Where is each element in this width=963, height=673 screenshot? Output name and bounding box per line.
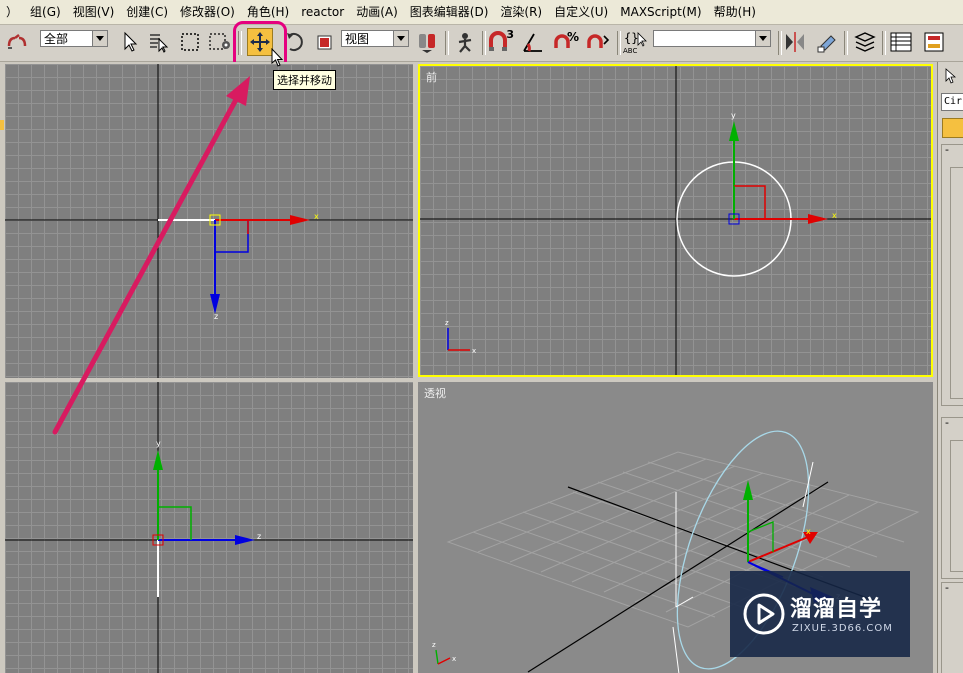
use-pivot-center-icon[interactable] — [414, 28, 440, 56]
object-type-value: Cir — [944, 96, 963, 107]
svg-text:%: % — [567, 30, 579, 44]
move-tooltip: 选择并移动 — [273, 70, 336, 90]
toolbar-separator — [482, 31, 486, 55]
toolbar-separator — [445, 31, 449, 55]
axis-label-y: y — [156, 439, 161, 448]
snap-3d-button[interactable]: 3 — [488, 28, 514, 56]
left-viewport-scene: z y — [5, 382, 413, 673]
viewport-top[interactable]: x z — [5, 64, 413, 378]
menu-item-create[interactable]: 创建(C) — [120, 0, 174, 24]
schematic-view-icon[interactable] — [921, 28, 947, 56]
menu-item-0[interactable]: ） — [0, 0, 24, 24]
watermark-brand: 溜溜自学 — [790, 597, 883, 622]
axis-label-x: x — [806, 527, 811, 536]
tripod-label-z: z — [432, 641, 436, 649]
main-toolbar: 全部 视图 3 % {} ABC — [0, 25, 963, 62]
mouse-cursor-icon — [271, 48, 284, 67]
menu-item-maxscript[interactable]: MAXScript(M) — [614, 0, 707, 24]
snap-3d-label: 3 — [506, 28, 514, 41]
menu-item-reactor[interactable]: reactor — [295, 0, 350, 24]
reference-coordinate-dropdown[interactable]: 视图 — [341, 30, 409, 47]
rollout-inner-box — [950, 167, 963, 399]
menu-item-graph-editors[interactable]: 图表编辑器(D) — [404, 0, 495, 24]
chevron-down-icon — [755, 31, 770, 46]
rollout-inner-box — [950, 440, 963, 572]
selection-filter-value: 全部 — [44, 32, 69, 46]
menu-item-help[interactable]: 帮助(H) — [708, 0, 762, 24]
manipulate-icon[interactable] — [452, 28, 478, 56]
create-tab-icon[interactable] — [942, 66, 960, 86]
menu-item-group[interactable]: 组(G) — [24, 0, 67, 24]
select-by-name-icon[interactable] — [145, 28, 171, 56]
menu-item-modifiers[interactable]: 修改器(O) — [174, 0, 241, 24]
rollout-group-1: - — [941, 143, 963, 406]
rollout-collapse-icon[interactable]: - — [945, 581, 949, 594]
rect-selection-icon[interactable] — [177, 28, 203, 56]
chevron-down-icon — [393, 31, 408, 46]
watermark: 溜溜自学 ZIXUE.3D66.COM — [730, 571, 910, 657]
viewport-front[interactable]: 前 x y z x — [418, 64, 933, 377]
menu-item-animation[interactable]: 动画(A) — [350, 0, 404, 24]
spinner-snap-icon[interactable] — [586, 28, 612, 56]
left-edge-tab — [0, 120, 4, 130]
named-selection-dropdown[interactable] — [653, 30, 771, 47]
menu-item-rendering[interactable]: 渲染(R) — [494, 0, 548, 24]
rollout-collapse-icon[interactable]: - — [945, 143, 949, 156]
front-viewport-scene: x y z x — [420, 66, 931, 375]
command-panel: Cir - - - — [937, 62, 963, 673]
svg-text:{}: {} — [624, 31, 638, 45]
select-object-icon[interactable] — [116, 28, 142, 56]
selection-filter-dropdown[interactable]: 全部 — [40, 30, 108, 47]
edit-named-selection-icon[interactable]: {} ABC — [622, 28, 648, 56]
watermark-url: ZIXUE.3D66.COM — [792, 623, 893, 634]
viewport-left[interactable]: z y — [5, 382, 413, 673]
object-type-field[interactable]: Cir — [941, 93, 963, 111]
layer-manager-icon[interactable] — [852, 28, 878, 56]
menu-bar: ） 组(G) 视图(V) 创建(C) 修改器(O) 角色(H) reactor … — [0, 0, 963, 25]
axis-label-z: z — [257, 532, 261, 541]
panel-tab-button[interactable] — [942, 118, 963, 138]
axis-label-z: z — [214, 312, 218, 321]
reference-coordinate-value: 视图 — [345, 32, 370, 46]
toolbar-separator — [617, 31, 621, 55]
menu-item-views[interactable]: 视图(V) — [67, 0, 121, 24]
axis-label-x: x — [832, 211, 837, 220]
top-viewport-scene: x z — [5, 64, 413, 378]
chevron-down-icon — [92, 31, 107, 46]
angle-snap-icon[interactable] — [520, 28, 546, 56]
link-icon[interactable] — [4, 28, 30, 56]
toolbar-separator — [844, 31, 848, 55]
play-logo-icon — [743, 593, 785, 635]
curve-editor-icon[interactable] — [888, 28, 914, 56]
axis-label-x: x — [314, 212, 319, 221]
align-icon[interactable] — [814, 28, 840, 56]
rollout-collapse-icon[interactable]: - — [945, 416, 949, 429]
tripod-label-z: z — [445, 319, 449, 327]
svg-text:ABC: ABC — [623, 47, 637, 55]
percent-snap-icon[interactable]: % — [553, 28, 579, 56]
tripod-label-x: x — [452, 655, 456, 663]
axis-label-y: y — [731, 111, 736, 120]
select-and-scale-icon[interactable] — [311, 28, 337, 56]
window-crossing-icon[interactable] — [207, 28, 233, 56]
rollout-group-2: - — [941, 416, 963, 579]
toolbar-separator — [882, 31, 886, 55]
mirror-icon[interactable] — [782, 28, 808, 56]
tripod-label-x: x — [472, 347, 476, 355]
menu-item-customize[interactable]: 自定义(U) — [548, 0, 614, 24]
rollout-group-3: - — [941, 581, 963, 673]
